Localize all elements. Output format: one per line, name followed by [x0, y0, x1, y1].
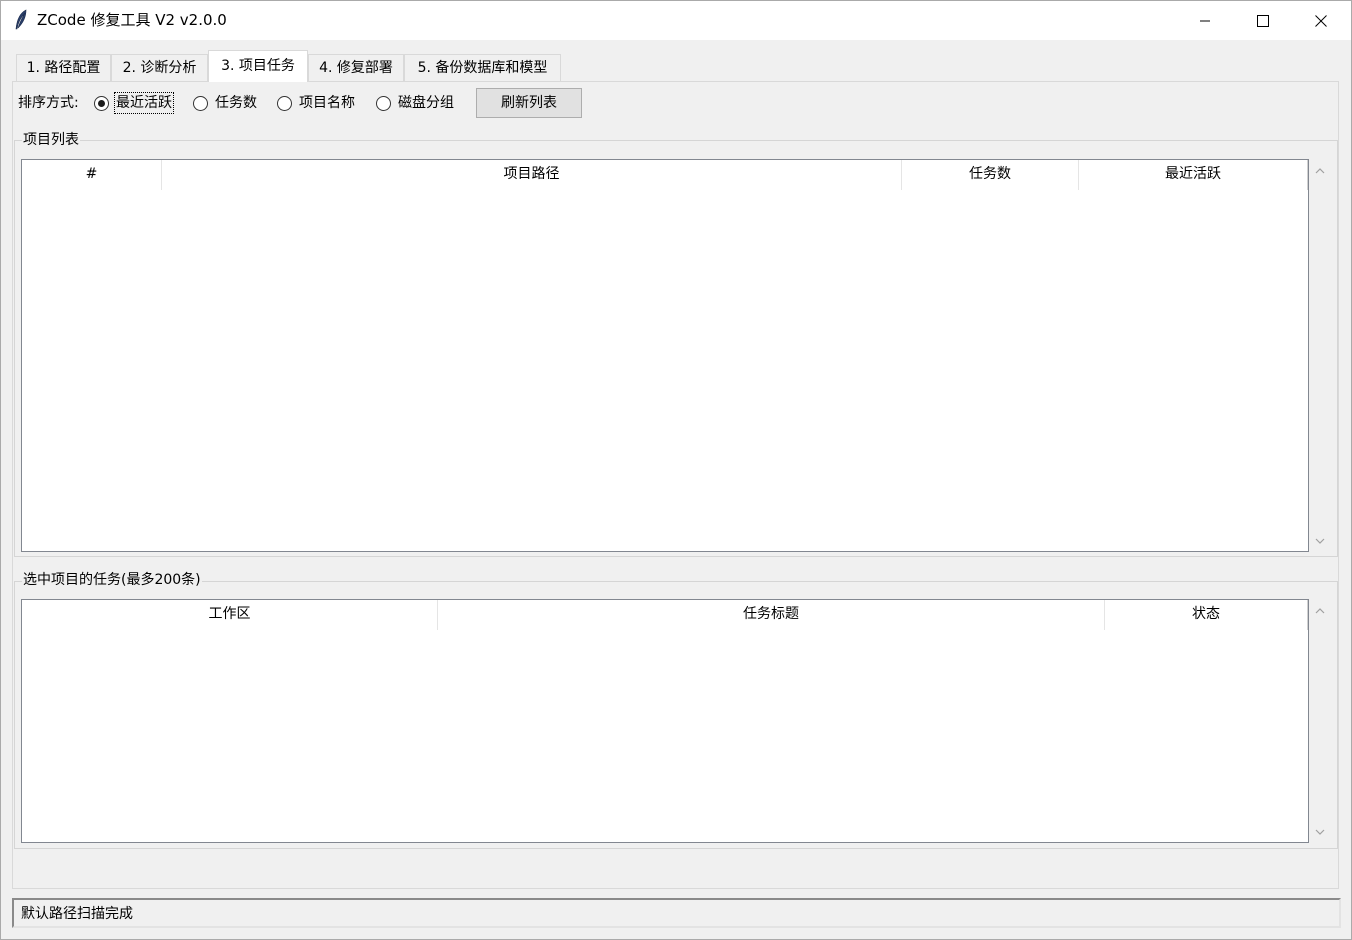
chevron-down-icon [1315, 829, 1325, 835]
project-list-scrollbar[interactable] [1309, 159, 1331, 552]
column-header-workspace[interactable]: 工作区 [22, 600, 438, 630]
project-list-table[interactable]: # 项目路径 任务数 最近活跃 [21, 159, 1309, 552]
scroll-up-arrow[interactable] [1309, 161, 1331, 181]
sort-option-label: 最近活跃 [114, 92, 174, 114]
sort-option-recent[interactable]: 最近活跃 [94, 92, 174, 114]
app-window: ZCode 修复工具 V2 v2.0.0 1. 路径配置 2. 诊断分析 3. … [0, 0, 1352, 940]
radio-icon [277, 95, 292, 111]
radio-icon [193, 95, 208, 111]
project-list-header: # 项目路径 任务数 最近活跃 [22, 160, 1308, 190]
scroll-down-arrow[interactable] [1309, 822, 1331, 842]
maximize-icon [1257, 14, 1269, 27]
project-list-title: 项目列表 [22, 131, 80, 149]
tab-path-config[interactable]: 1. 路径配置 [16, 54, 111, 81]
chevron-up-icon [1315, 168, 1325, 174]
radio-selected-icon [94, 95, 109, 111]
refresh-list-button[interactable]: 刷新列表 [476, 88, 582, 118]
tab-project-tasks[interactable]: 3. 项目任务 [208, 50, 308, 82]
maximize-button[interactable] [1234, 1, 1292, 40]
sort-option-label: 磁盘分组 [398, 95, 454, 111]
minimize-button[interactable] [1176, 1, 1234, 40]
feather-icon [13, 9, 29, 31]
radio-icon [376, 95, 391, 111]
task-list-table[interactable]: 工作区 任务标题 状态 [21, 599, 1309, 843]
task-list-header: 工作区 任务标题 状态 [22, 600, 1308, 630]
column-header-last-active[interactable]: 最近活跃 [1079, 160, 1308, 190]
scroll-down-arrow[interactable] [1309, 531, 1331, 551]
task-list-title: 选中项目的任务(最多200条) [22, 571, 202, 589]
sort-option-label: 任务数 [215, 95, 257, 111]
minimize-icon [1200, 20, 1210, 21]
column-header-task-count[interactable]: 任务数 [902, 160, 1079, 190]
column-header-task-title[interactable]: 任务标题 [438, 600, 1105, 630]
sort-label: 排序方式: [18, 95, 79, 111]
task-list-scrollbar[interactable] [1309, 599, 1331, 843]
sort-option-label: 项目名称 [299, 95, 355, 111]
sort-option-task-count[interactable]: 任务数 [193, 92, 258, 114]
column-header-status[interactable]: 状态 [1105, 600, 1308, 630]
close-button[interactable] [1292, 1, 1350, 40]
tab-diagnosis[interactable]: 2. 诊断分析 [111, 54, 208, 81]
status-bar: 默认路径扫描完成 [12, 898, 1341, 928]
status-text: 默认路径扫描完成 [21, 906, 133, 922]
sort-option-disk-group[interactable]: 磁盘分组 [376, 92, 455, 114]
window-title: ZCode 修复工具 V2 v2.0.0 [37, 11, 227, 29]
chevron-down-icon [1315, 538, 1325, 544]
close-icon [1315, 14, 1327, 27]
tab-backup[interactable]: 5. 备份数据库和模型 [404, 54, 561, 81]
column-header-project-path[interactable]: 项目路径 [162, 160, 902, 190]
title-bar: ZCode 修复工具 V2 v2.0.0 [1, 1, 1351, 40]
scroll-up-arrow[interactable] [1309, 601, 1331, 621]
tab-repair-deploy[interactable]: 4. 修复部署 [308, 54, 404, 81]
column-header-index[interactable]: # [22, 160, 162, 190]
chevron-up-icon [1315, 608, 1325, 614]
sort-option-project-name[interactable]: 项目名称 [277, 92, 356, 114]
